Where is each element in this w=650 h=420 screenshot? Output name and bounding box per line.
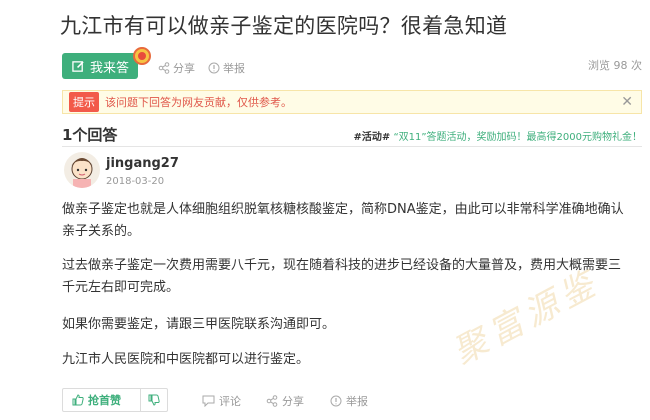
tip-text: 该问题下回答为网友贡献，仅供参考。 <box>105 96 292 109</box>
dislike-button[interactable] <box>141 394 167 406</box>
promo-tag: #活动# <box>353 132 391 143</box>
share-button[interactable]: 分享 <box>266 393 304 409</box>
promo-link[interactable]: #活动# “双11”答题活动，奖励加码！最高得2000元购物礼金！ <box>354 128 643 143</box>
answer-paragraph: 做亲子鉴定也就是人体细胞组织脱氧核糖核酸鉴定，简称DNA鉴定，由此可以非常科学准… <box>62 202 624 239</box>
ask-button-label: 我来答 <box>90 60 130 76</box>
gift-badge-icon <box>133 47 151 65</box>
report-button[interactable]: 举报 <box>208 60 245 76</box>
comment-button[interactable]: 评论 <box>202 393 241 409</box>
report-button[interactable]: 举报 <box>330 393 368 409</box>
thumbs-up-icon <box>72 394 84 406</box>
like-button[interactable]: 抢首赞 <box>63 389 141 411</box>
answer-date: 2018-03-20 <box>106 176 165 187</box>
page-title: 九江市有可以做亲子鉴定的医院吗？很着急知道 <box>60 14 508 38</box>
answer-actions: 抢首赞 评论 分享 举报 <box>62 388 642 414</box>
comment-icon <box>202 395 215 407</box>
question-toolbar: 我来答 分享 举报 浏览 98 次 <box>62 47 650 82</box>
share-label: 分享 <box>173 62 195 75</box>
share-icon <box>158 62 170 74</box>
report-label: 举报 <box>223 62 245 75</box>
share-button[interactable]: 分享 <box>158 60 195 76</box>
share-icon <box>266 395 278 407</box>
warning-icon <box>208 62 220 74</box>
like-label: 抢首赞 <box>88 394 121 407</box>
divider <box>62 146 642 147</box>
promo-text: “双11”答题活动，奖励加码！最高得2000元购物礼金！ <box>393 132 642 143</box>
username[interactable]: jingang27 <box>106 156 179 171</box>
answers-header: 1个回答 #活动# “双11”答题活动，奖励加码！最高得2000元购物礼金！ <box>62 124 642 146</box>
tip-tag: 提示 <box>69 92 99 112</box>
share-label: 分享 <box>282 395 304 408</box>
answer-paragraph: 九江市人民医院和中医院都可以进行鉴定。 <box>62 352 310 367</box>
tip-bar: 提示 该问题下回答为网友贡献，仅供参考。 ✕ <box>62 90 642 114</box>
user-avatar-icon <box>64 152 100 188</box>
thumbs-down-icon <box>148 394 160 406</box>
views-count: 浏览 98 次 <box>588 59 642 72</box>
vote-group: 抢首赞 <box>62 388 168 412</box>
ask-button[interactable]: 我来答 <box>62 53 138 79</box>
avatar[interactable] <box>64 152 100 188</box>
warning-icon <box>330 395 342 407</box>
report-label: 举报 <box>346 395 368 408</box>
close-icon[interactable]: ✕ <box>621 94 633 110</box>
comment-label: 评论 <box>219 395 241 408</box>
edit-icon <box>72 60 84 72</box>
answers-count: 1个回答 <box>62 126 118 144</box>
